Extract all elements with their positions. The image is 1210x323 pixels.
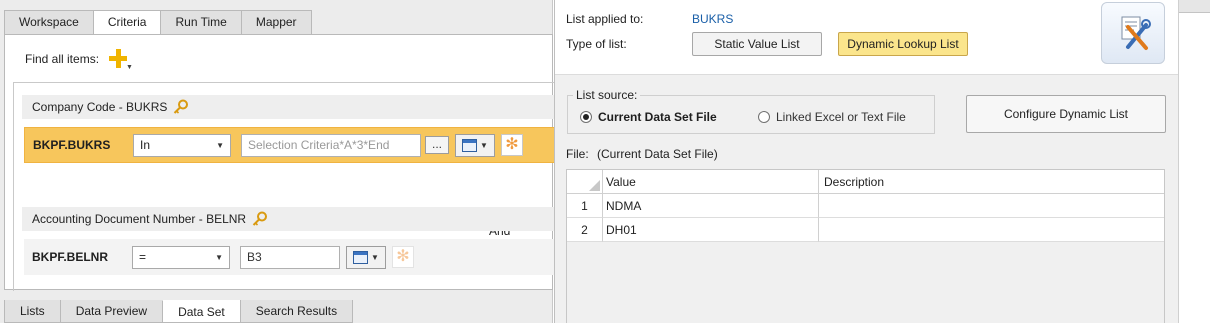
grid-cell-value[interactable]: NDMA [603, 194, 819, 218]
list-source-legend: List source: [573, 88, 641, 102]
key-icon [252, 211, 268, 226]
find-all-label: Find all items: [25, 52, 100, 66]
criteria-row-belnr[interactable]: BKPF.BELNR = ▼ B3 ▼ ✻ [24, 239, 555, 275]
tab-data-preview[interactable]: Data Preview [59, 300, 164, 323]
criteria-container: Company Code - BUKRS BKPF.BUKRS In ▼ Sel… [13, 82, 555, 291]
grid-cell-value[interactable]: DH01 [603, 218, 819, 242]
radio-linked-label: Linked Excel or Text File [776, 110, 906, 124]
group-title: Company Code - BUKRS [32, 100, 168, 114]
find-all-row: Find all items: ▼ [25, 48, 133, 71]
bottom-tab-bar: Lists Data Preview Data Set Search Resul… [4, 300, 354, 323]
value-picker-button[interactable]: ▼ [346, 245, 386, 269]
file-info: File: (Current Data Set File) [566, 147, 718, 161]
adjacent-pane-header [1179, 0, 1210, 13]
field-name: BKPF.BUKRS [33, 138, 111, 152]
grid-cell-description[interactable] [819, 194, 1164, 218]
dynamic-lookup-list-button[interactable]: Dynamic Lookup List [838, 32, 968, 56]
file-value: (Current Data Set File) [597, 147, 718, 161]
radio-linked-file[interactable]: Linked Excel or Text File [758, 110, 906, 124]
row-number: 2 [567, 218, 603, 242]
tab-search-results[interactable]: Search Results [239, 300, 354, 323]
adjacent-pane [1178, 0, 1210, 323]
tab-criteria[interactable]: Criteria [92, 10, 162, 35]
chevron-down-icon: ▼ [215, 252, 223, 262]
radio-current-data-set[interactable]: Current Data Set File [580, 110, 717, 124]
tab-lists[interactable]: Lists [4, 300, 61, 323]
criteria-panel: Find all items: ▼ Company Code - BUKRS B… [4, 34, 555, 291]
sort-corner-icon [589, 180, 600, 191]
operator-select[interactable]: In ▼ [133, 133, 231, 157]
radio-unselected-icon [758, 111, 770, 123]
flower-icon[interactable]: ✻ [392, 246, 414, 268]
row-number: 1 [567, 194, 603, 218]
tab-mapper[interactable]: Mapper [240, 10, 312, 34]
grid-cell-description[interactable] [819, 218, 1164, 242]
operator-select[interactable]: = ▼ [132, 245, 230, 269]
list-values-grid[interactable]: Value Description 1 NDMA 2 DH01 [566, 169, 1165, 323]
chevron-down-icon: ▼ [371, 252, 379, 262]
grid-header-description[interactable]: Description [819, 170, 1164, 194]
criteria-value-input[interactable]: Selection Criteria*A*3*End [241, 133, 421, 157]
grid-corner [567, 170, 603, 194]
list-applied-label: List applied to: [566, 12, 644, 26]
list-applied-value: BUKRS [692, 12, 734, 26]
calendar-icon [462, 138, 478, 152]
chevron-down-icon: ▼ [480, 140, 488, 150]
list-panel-header: List applied to: BUKRS Type of list: Sta… [555, 0, 1179, 75]
group-header-belnr[interactable]: Accounting Document Number - BELNR [22, 207, 555, 231]
grid-header-value[interactable]: Value [603, 170, 819, 194]
tab-run-time[interactable]: Run Time [160, 10, 242, 34]
list-type-label: Type of list: [566, 37, 627, 51]
static-value-list-button[interactable]: Static Value List [692, 32, 822, 56]
criteria-value-input[interactable]: B3 [240, 245, 340, 269]
top-tab-bar: Workspace Criteria Run Time Mapper [4, 10, 312, 35]
group-title: Accounting Document Number - BELNR [32, 212, 247, 226]
add-criteria-icon[interactable]: ▼ [107, 48, 133, 71]
browse-button[interactable]: ... [425, 136, 449, 154]
chevron-down-icon: ▼ [216, 140, 224, 150]
radio-selected-icon [580, 111, 592, 123]
configure-dynamic-list-button[interactable]: Configure Dynamic List [966, 95, 1166, 133]
criteria-pane: Workspace Criteria Run Time Mapper Find … [0, 0, 555, 323]
list-panel: List applied to: BUKRS Type of list: Sta… [554, 0, 1179, 323]
tab-data-set[interactable]: Data Set [162, 300, 241, 323]
key-icon [174, 99, 189, 114]
criteria-row-bukrs[interactable]: BKPF.BUKRS In ▼ Selection Criteria*A*3*E… [24, 127, 555, 163]
tab-workspace[interactable]: Workspace [4, 10, 94, 34]
operator-value: In [140, 138, 151, 152]
flower-icon[interactable]: ✻ [501, 134, 523, 156]
radio-current-label: Current Data Set File [598, 110, 717, 124]
wrench-screwdriver-icon [1121, 16, 1151, 50]
value-picker-button[interactable]: ▼ [455, 133, 495, 157]
operator-value: = [139, 250, 147, 264]
tools-icon[interactable] [1101, 2, 1165, 64]
file-label: File: [566, 147, 589, 161]
group-header-bukrs[interactable]: Company Code - BUKRS [22, 95, 555, 119]
calendar-icon [353, 250, 369, 264]
field-name: BKPF.BELNR [32, 250, 109, 264]
